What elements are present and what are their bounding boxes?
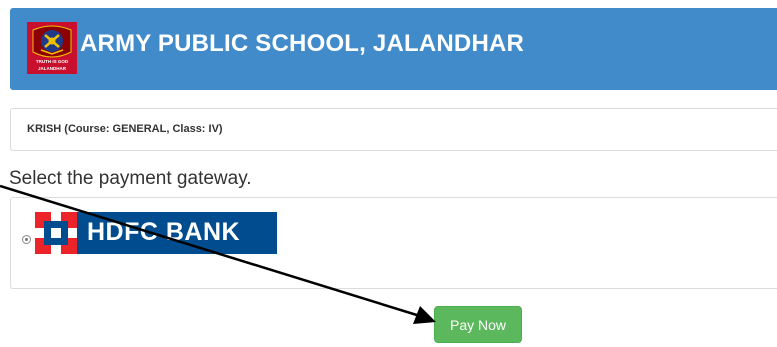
logo-motto: TRUTH IS GOD (36, 59, 69, 64)
army-school-crest-icon: TRUTH IS GOD JALANDHAR (27, 22, 77, 74)
student-info-panel: KRISH (Course: GENERAL, Class: IV) (10, 108, 777, 151)
gateway-panel: HDFC BANK (10, 197, 777, 289)
gateway-prompt: Select the payment gateway. (9, 168, 252, 189)
gateway-radio-hdfc[interactable] (22, 235, 31, 244)
student-info-text: KRISH (Course: GENERAL, Class: IV) (27, 123, 223, 135)
pay-now-button[interactable]: Pay Now (434, 306, 522, 343)
school-title: ARMY PUBLIC SCHOOL, JALANDHAR (80, 30, 525, 57)
logo-city: JALANDHAR (38, 66, 67, 71)
bank-name: HDFC BANK (87, 218, 241, 246)
page-header: TRUTH IS GOD JALANDHAR ARMY PUBLIC SCHOO… (10, 8, 777, 90)
hdfc-bank-logo-icon[interactable]: HDFC BANK (35, 212, 277, 254)
